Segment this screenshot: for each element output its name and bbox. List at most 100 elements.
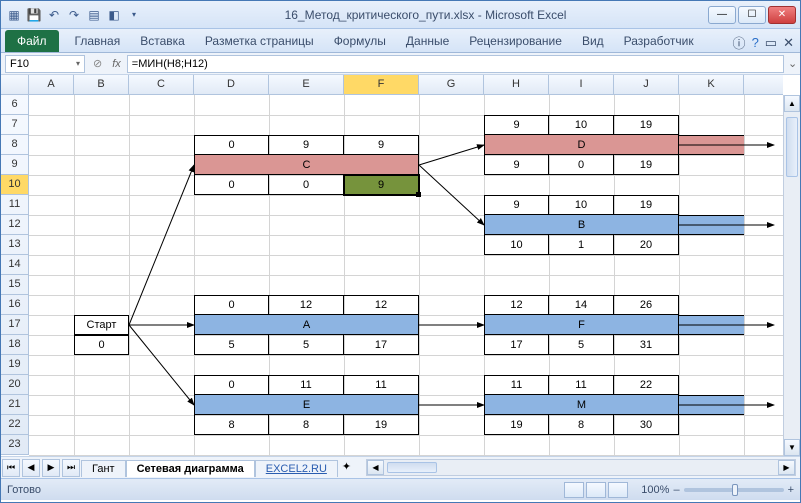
cell-E8[interactable]: 9 [269, 135, 344, 155]
tab-insert[interactable]: Вставка [130, 30, 195, 52]
scroll-down-button[interactable]: ▼ [784, 439, 800, 456]
cell-F22[interactable]: 19 [344, 415, 419, 435]
cell-node-F[interactable]: F [484, 315, 679, 335]
tab-developer[interactable]: Разработчик [614, 30, 704, 52]
sheet-nav-first[interactable]: ⏮ [2, 459, 20, 477]
col-header-D[interactable]: D [194, 75, 269, 94]
name-box-dropdown-icon[interactable]: ▾ [76, 59, 80, 68]
minimize-button[interactable]: — [708, 6, 736, 24]
hscroll-left-button[interactable]: ◀ [367, 460, 384, 475]
sheet-tab-excel2ru[interactable]: EXCEL2.RU [255, 460, 338, 477]
view-pagelayout[interactable] [586, 482, 606, 498]
cell-I18[interactable]: 5 [549, 335, 614, 355]
cell-J9[interactable]: 19 [614, 155, 679, 175]
cell-H22[interactable]: 19 [484, 415, 549, 435]
cell-node-C[interactable]: C [194, 155, 419, 175]
cell-J18[interactable]: 31 [614, 335, 679, 355]
new-sheet-icon[interactable]: ✦ [342, 460, 358, 476]
cell-F8[interactable]: 9 [344, 135, 419, 155]
col-header-K[interactable]: K [679, 75, 744, 94]
row-header-21[interactable]: 21 [1, 395, 28, 415]
scroll-up-button[interactable]: ▲ [784, 95, 800, 112]
cell-D20[interactable]: 0 [194, 375, 269, 395]
row-header-19[interactable]: 19 [1, 355, 28, 375]
cell-I7[interactable]: 10 [549, 115, 614, 135]
cell-E16[interactable]: 12 [269, 295, 344, 315]
cell-F-tail[interactable] [679, 315, 744, 335]
vertical-scrollbar[interactable]: ▲ ▼ [783, 95, 800, 456]
col-header-J[interactable]: J [614, 75, 679, 94]
row-header-15[interactable]: 15 [1, 275, 28, 295]
qat-dropdown-icon[interactable]: ▾ [125, 6, 143, 24]
cell-J7[interactable]: 19 [614, 115, 679, 135]
cell-node-A[interactable]: A [194, 315, 419, 335]
row-header-17[interactable]: 17 [1, 315, 28, 335]
col-header-I[interactable]: I [549, 75, 614, 94]
cell-H9[interactable]: 9 [484, 155, 549, 175]
col-header-A[interactable]: A [29, 75, 74, 94]
zoom-in-button[interactable]: + [788, 484, 794, 496]
worksheet-grid[interactable]: ABCDEFGHIJK 6789101112131415161718192021… [1, 75, 800, 456]
row-header-23[interactable]: 23 [1, 435, 28, 455]
fx-icon[interactable]: fx [106, 58, 127, 70]
col-header-B[interactable]: B [74, 75, 129, 94]
row-header-22[interactable]: 22 [1, 415, 28, 435]
horizontal-scrollbar[interactable]: ◀ ▶ [366, 459, 796, 476]
row-header-12[interactable]: 12 [1, 215, 28, 235]
row-header-14[interactable]: 14 [1, 255, 28, 275]
zoom-level[interactable]: 100% [641, 484, 669, 496]
qat-icon[interactable]: ▤ [85, 6, 103, 24]
cell-F16[interactable]: 12 [344, 295, 419, 315]
cell-D22[interactable]: 8 [194, 415, 269, 435]
redo-icon[interactable]: ↷ [65, 6, 83, 24]
tab-data[interactable]: Данные [396, 30, 459, 52]
cell-H16[interactable]: 12 [484, 295, 549, 315]
cell-I16[interactable]: 14 [549, 295, 614, 315]
tab-review[interactable]: Рецензирование [459, 30, 572, 52]
window-ribbon-min[interactable]: ▭ [765, 35, 777, 51]
row-header-18[interactable]: 18 [1, 335, 28, 355]
save-icon[interactable]: 💾 [25, 6, 43, 24]
formula-expand-icon[interactable]: ⌄ [784, 57, 800, 70]
row-header-6[interactable]: 6 [1, 95, 28, 115]
cell-start-label[interactable]: Старт [74, 315, 129, 335]
sheet-nav-prev[interactable]: ◀ [22, 459, 40, 477]
row-header-7[interactable]: 7 [1, 115, 28, 135]
row-header-9[interactable]: 9 [1, 155, 28, 175]
cell-E10[interactable]: 0 [269, 175, 344, 195]
cancel-icon[interactable]: ⊘ [89, 57, 106, 70]
cell-I9[interactable]: 0 [549, 155, 614, 175]
cells-area[interactable]: Старт0099C00991019D901991019B1012001212A… [29, 95, 783, 456]
cell-M-tail[interactable] [679, 395, 744, 415]
cell-I20[interactable]: 11 [549, 375, 614, 395]
qat-icon2[interactable]: ◧ [105, 6, 123, 24]
row-header-11[interactable]: 11 [1, 195, 28, 215]
cell-J20[interactable]: 22 [614, 375, 679, 395]
cell-F18[interactable]: 17 [344, 335, 419, 355]
col-header-C[interactable]: C [129, 75, 194, 94]
cell-H20[interactable]: 11 [484, 375, 549, 395]
cell-H18[interactable]: 17 [484, 335, 549, 355]
cell-D-tail[interactable] [679, 135, 744, 155]
cell-E22[interactable]: 8 [269, 415, 344, 435]
cell-start-value[interactable]: 0 [74, 335, 129, 355]
sheet-nav-last[interactable]: ⏭ [62, 459, 80, 477]
tab-home[interactable]: Главная [65, 30, 131, 52]
cell-J11[interactable]: 19 [614, 195, 679, 215]
cell-I11[interactable]: 10 [549, 195, 614, 215]
col-header-F[interactable]: F [344, 75, 419, 94]
sheet-nav-next[interactable]: ▶ [42, 459, 60, 477]
select-all-corner[interactable] [1, 75, 29, 94]
name-box[interactable]: F10 ▾ [5, 55, 85, 73]
cell-B-tail[interactable] [679, 215, 744, 235]
row-header-10[interactable]: 10 [1, 175, 28, 195]
hscroll-thumb[interactable] [387, 462, 437, 473]
cell-E18[interactable]: 5 [269, 335, 344, 355]
cell-node-E[interactable]: E [194, 395, 419, 415]
zoom-slider[interactable] [684, 488, 784, 492]
cell-H13[interactable]: 10 [484, 235, 549, 255]
cell-node-B[interactable]: B [484, 215, 679, 235]
tab-formulas[interactable]: Формулы [324, 30, 396, 52]
window-ribbon-close[interactable]: ✕ [783, 35, 794, 51]
cell-D18[interactable]: 5 [194, 335, 269, 355]
